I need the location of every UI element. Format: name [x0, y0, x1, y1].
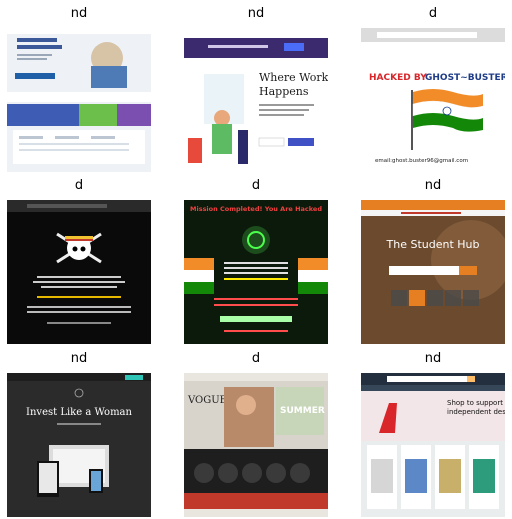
grid-cell-6: nd The Student Hub [361, 176, 505, 344]
cell-label-8: d [251, 351, 261, 366]
grid-cell-1: nd [7, 4, 151, 172]
grid-cell-2: nd Where Work Happens [184, 4, 328, 172]
thumbnail-7: Invest Like a Woman [7, 373, 151, 517]
cell-label-3: d [428, 6, 438, 21]
grid-cell-7: nd Invest Like a Woman [7, 349, 151, 517]
grid-cell-5: d Mission Completed! You Are Hacked [184, 176, 328, 344]
t2-heading-line1: Where Work [259, 71, 328, 84]
t8-brand: VOGUE [187, 395, 227, 406]
thumbnail-6: The Student Hub [361, 200, 505, 344]
cell-label-1: nd [70, 6, 88, 21]
slack-page-image: Where Work Happens [184, 28, 328, 172]
t9-heading-line1: Shop to support [447, 399, 503, 407]
t3-email: email:ghost.buster96@gmail.com [375, 158, 468, 164]
cell-label-2: nd [247, 6, 265, 21]
grid-cell-3: d HACKED BY GHOST~BUSTER email:ghost.bus… [361, 4, 505, 172]
cell-label-6: nd [424, 178, 442, 193]
thumbnail-grid: nd nd Where Work Happens d HACKED BY GHO… [0, 0, 512, 519]
grid-cell-8: d VOGUE SUMMER [184, 349, 328, 517]
t8-sale: SUMMER [280, 406, 325, 416]
thumbnail-9: Shop to support independent designers [361, 373, 505, 517]
t9-heading-line2: independent designers [447, 408, 505, 416]
mission-completed-page-image: Mission Completed! You Are Hacked [184, 200, 328, 344]
thumbnail-2: Where Work Happens [184, 28, 328, 172]
vogue-page-image: VOGUE SUMMER [184, 373, 328, 517]
t3-banner-red: HACKED BY [369, 73, 427, 83]
t7-title: Invest Like a Woman [26, 407, 132, 418]
t6-title: The Student Hub [386, 238, 480, 251]
ghost-buster-page-image: HACKED BY GHOST~BUSTER email:ghost.buste… [361, 28, 505, 172]
cell-label-9: nd [424, 351, 442, 366]
amazon-page-image: Shop to support independent designers [361, 373, 505, 517]
thumbnail-1 [7, 28, 151, 172]
student-hub-page-image: The Student Hub [361, 200, 505, 344]
skull-page-image [7, 200, 151, 344]
grid-cell-4: d [7, 176, 151, 344]
t3-banner-blue: GHOST~BUSTER [425, 73, 505, 83]
thumbnail-8: VOGUE SUMMER [184, 373, 328, 517]
invest-page-image: Invest Like a Woman [7, 373, 151, 517]
t2-heading-line2: Happens [259, 85, 309, 98]
thumbnail-3: HACKED BY GHOST~BUSTER email:ghost.buste… [361, 28, 505, 172]
cell-label-4: d [74, 178, 84, 193]
marketing-page-image [7, 28, 151, 172]
cell-label-7: nd [70, 351, 88, 366]
grid-cell-9: nd Shop to support independent designers [361, 349, 505, 517]
t5-title: Mission Completed! You Are Hacked [190, 205, 322, 213]
thumbnail-4 [7, 200, 151, 344]
thumbnail-5: Mission Completed! You Are Hacked [184, 200, 328, 344]
cell-label-5: d [251, 178, 261, 193]
